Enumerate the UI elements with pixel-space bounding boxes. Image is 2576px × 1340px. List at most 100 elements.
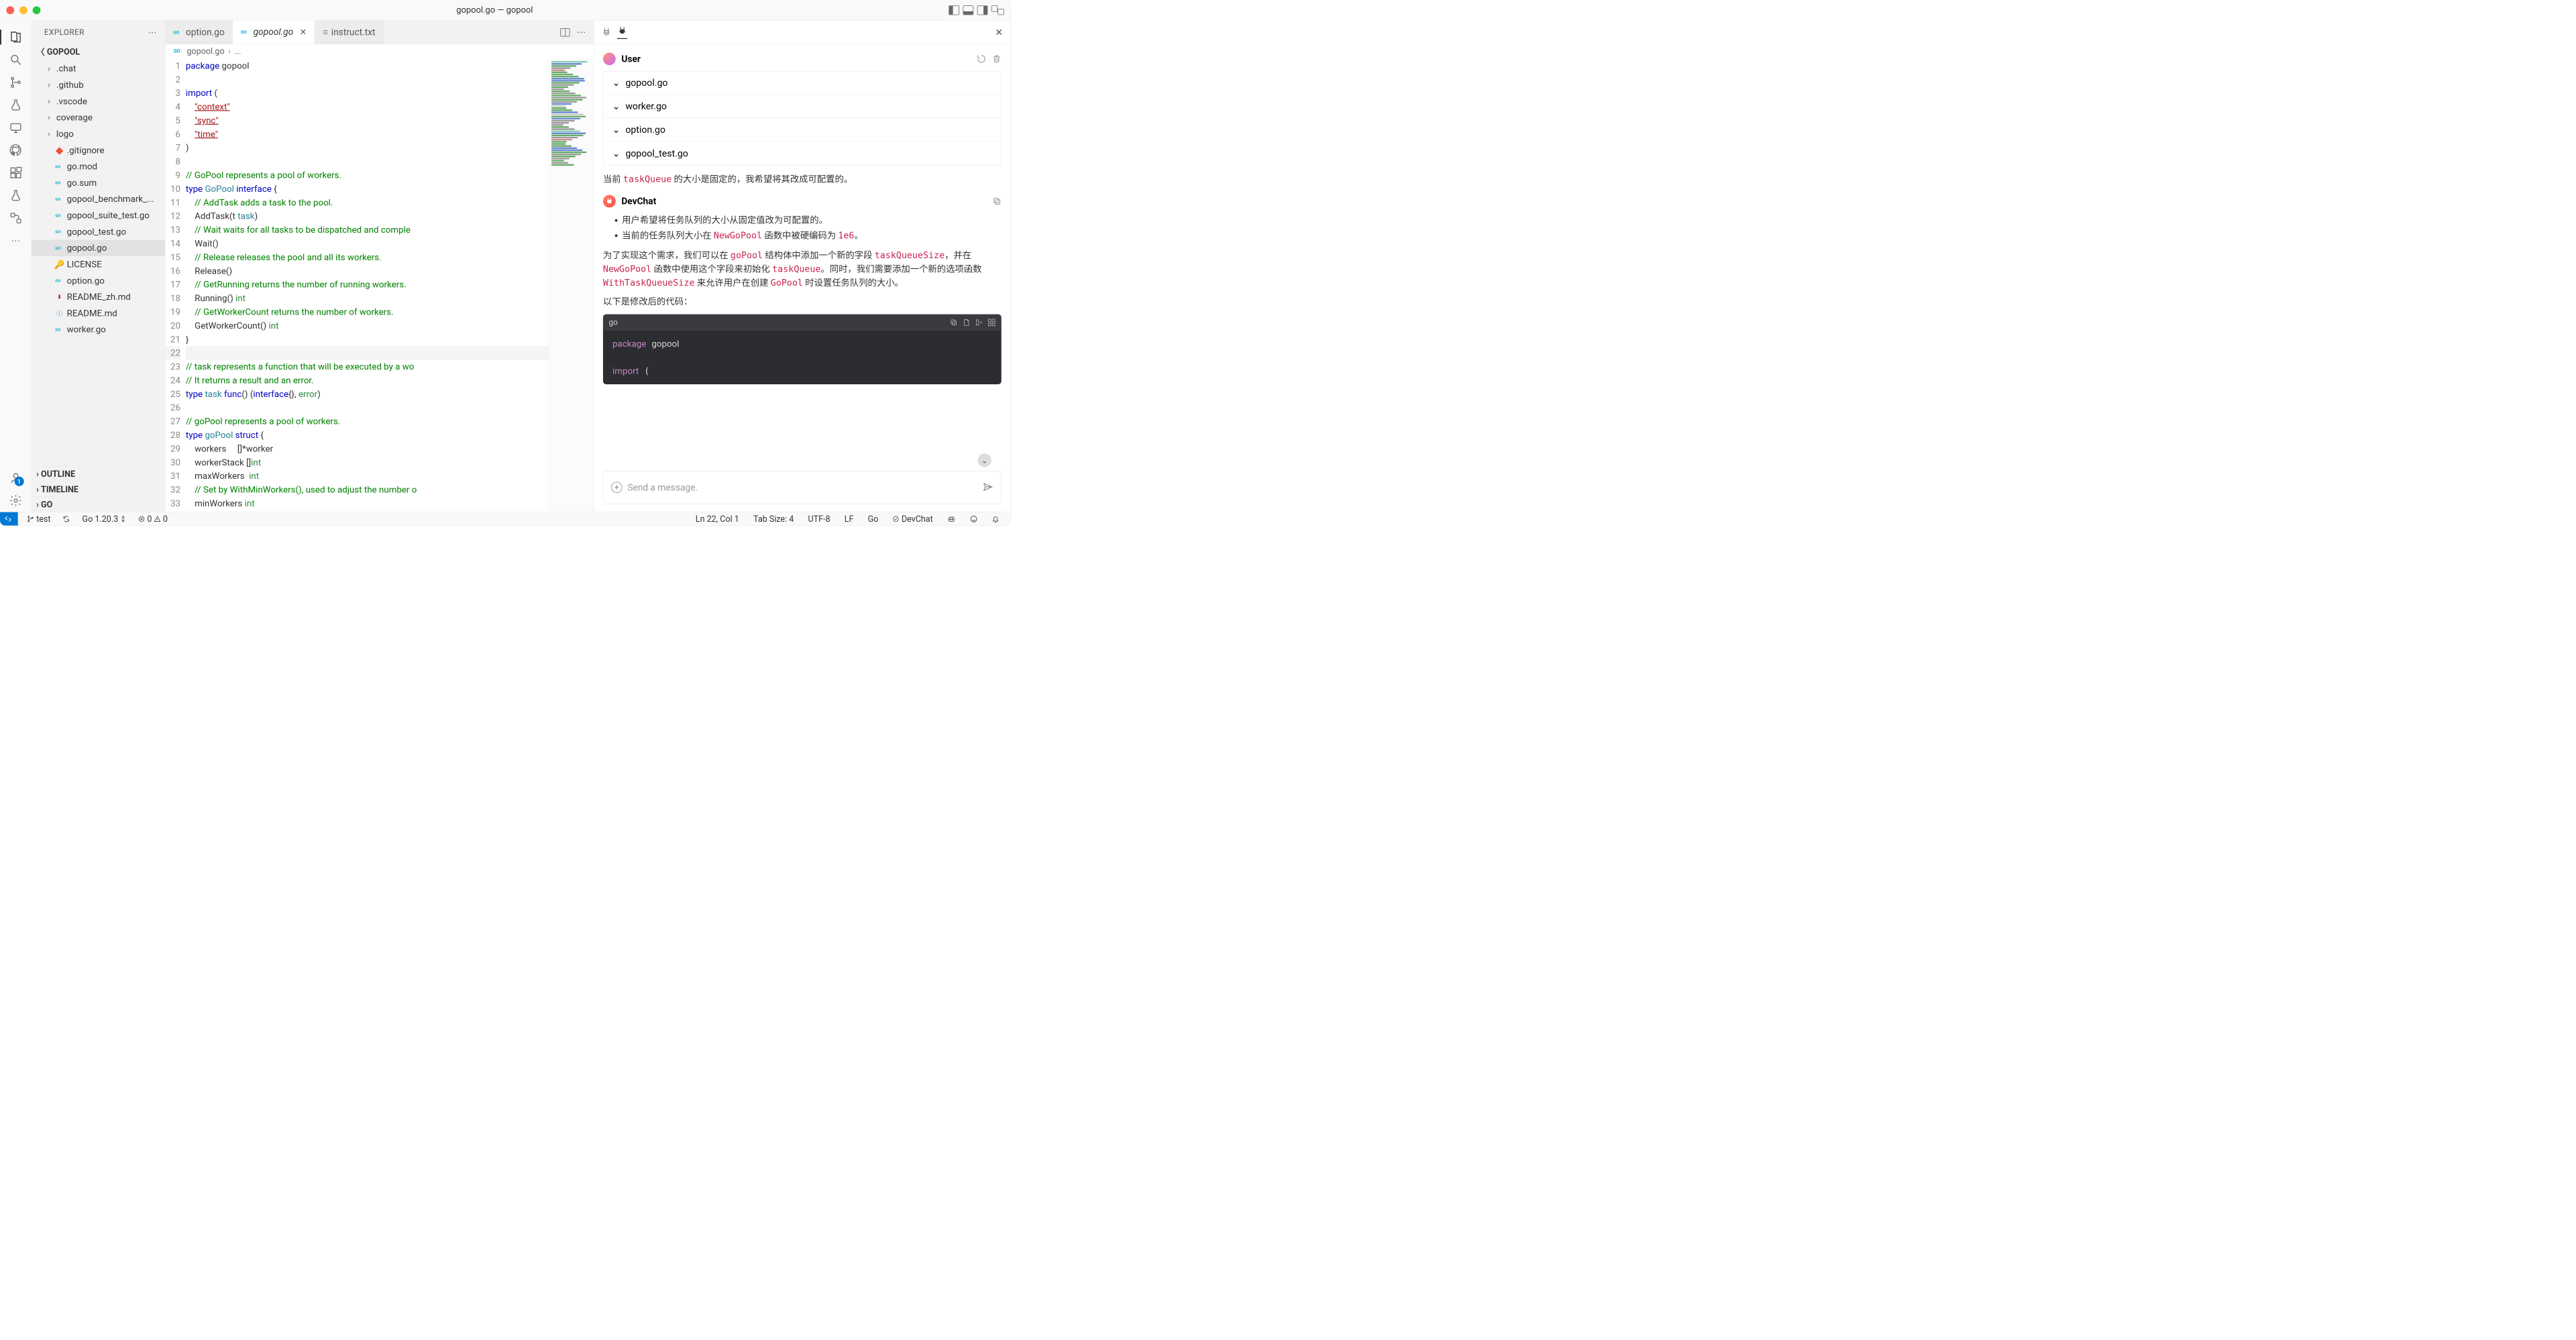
problems-indicator[interactable]: 0 0	[135, 514, 170, 524]
workflow-icon[interactable]	[8, 211, 23, 226]
branch-indicator[interactable]: test	[23, 514, 54, 524]
file-gopool.go[interactable]: GOgopool.go	[32, 240, 165, 256]
context-file-option.go[interactable]: ⌄option.go	[603, 118, 1001, 142]
flask-icon[interactable]	[8, 188, 23, 203]
context-file-worker.go[interactable]: ⌄worker.go	[603, 95, 1001, 118]
remote-indicator[interactable]	[0, 512, 18, 525]
close-window[interactable]	[6, 6, 14, 14]
file-option.go[interactable]: GOoption.go	[32, 272, 165, 288]
search-icon[interactable]	[8, 52, 23, 68]
testing-icon[interactable]	[8, 97, 23, 113]
close-panel-icon[interactable]: ✕	[995, 27, 1003, 38]
maximize-window[interactable]	[33, 6, 41, 14]
devchat-body: User ⌄gopool.go⌄worker.go⌄option.go⌄gopo…	[594, 44, 1010, 466]
file-README.md[interactable]: ⓘREADME.md	[32, 305, 165, 321]
svg-text:GO: GO	[174, 48, 180, 54]
go-file-icon: GO	[174, 46, 183, 56]
cursor-position[interactable]: Ln 22, Col 1	[692, 514, 742, 524]
context-file-gopool_test.go[interactable]: ⌄gopool_test.go	[603, 142, 1001, 165]
context-file-gopool.go[interactable]: ⌄gopool.go	[603, 71, 1001, 95]
file-README_zh.md[interactable]: ⬇README_zh.md	[32, 289, 165, 305]
folder-logo[interactable]: ›logo	[32, 125, 165, 142]
bot-avatar	[603, 195, 616, 208]
devchat-tab-dark[interactable]	[617, 25, 627, 39]
timeline-section[interactable]: ›TIMELINE	[32, 482, 165, 497]
file-gopool_suite_test.go[interactable]: GOgopool_suite_test.go	[32, 207, 165, 223]
source-control-icon[interactable]	[8, 74, 23, 90]
file-gopool_test.go[interactable]: GOgopool_test.go	[32, 223, 165, 239]
minimize-window[interactable]	[19, 6, 28, 14]
attach-icon[interactable]: +	[611, 482, 622, 493]
copy-code-icon[interactable]	[950, 319, 958, 327]
toggle-left-panel-icon[interactable]	[949, 5, 959, 15]
devchat-tab-light[interactable]	[602, 27, 612, 38]
send-icon[interactable]	[983, 482, 994, 493]
editor-more-icon[interactable]: ⋯	[577, 27, 587, 38]
tab-size[interactable]: Tab Size: 4	[750, 514, 797, 524]
explorer-icon[interactable]	[8, 30, 23, 45]
retry-icon[interactable]	[977, 54, 986, 64]
ellipsis-icon[interactable]: ⋯	[8, 233, 23, 248]
split-editor-icon[interactable]	[560, 28, 570, 37]
code-text[interactable]: package gopool import ( "context" "sync"…	[186, 58, 549, 512]
file-.gitignore[interactable]: ◆.gitignore	[32, 142, 165, 158]
extensions-icon[interactable]	[8, 165, 23, 180]
devchat-panel: ✕ User ⌄gopool.go⌄worker.go⌄option.go⌄go…	[594, 21, 1010, 512]
breadcrumb[interactable]: GO gopool.go › ...	[165, 44, 594, 58]
file-LICENSE[interactable]: 🔑LICENSE	[32, 256, 165, 272]
svg-text:GO: GO	[55, 329, 60, 333]
feedback-icon[interactable]	[967, 515, 981, 523]
settings-icon[interactable]	[8, 493, 23, 508]
file-gopool_benchmark_...[interactable]: GOgopool_benchmark_...	[32, 191, 165, 207]
toggle-bottom-panel-icon[interactable]	[963, 5, 973, 15]
sidebar-project-name: GOPOOL	[47, 47, 80, 57]
customize-layout-icon[interactable]	[991, 5, 1004, 15]
language-mode[interactable]: Go	[865, 514, 881, 524]
user-message: User ⌄gopool.go⌄worker.go⌄option.go⌄gopo…	[603, 52, 1002, 186]
devchat-tabs: ✕	[594, 21, 1010, 44]
eol[interactable]: LF	[841, 514, 857, 524]
tab-option.go[interactable]: GOoption.go	[165, 21, 233, 44]
encoding[interactable]: UTF-8	[805, 514, 833, 524]
file-icon[interactable]	[963, 319, 971, 327]
outline-section[interactable]: ›OUTLINE	[32, 466, 165, 482]
line-gutter: 1234567891011121314151617181920212223242…	[165, 58, 186, 512]
code-content[interactable]: package gopool import (	[603, 331, 1002, 384]
file-go.sum[interactable]: GOgo.sum	[32, 174, 165, 190]
sidebar-project-header[interactable]: ﹀ GOPOOL	[32, 43, 165, 60]
user-avatar	[603, 52, 616, 65]
tab-instruct.txt[interactable]: ≡instruct.txt	[315, 21, 383, 44]
remote-explorer-icon[interactable]	[8, 120, 23, 135]
sync-indicator[interactable]	[60, 515, 73, 522]
github-icon[interactable]	[8, 143, 23, 158]
scroll-down-button[interactable]: ⌄	[977, 453, 991, 467]
copy-icon[interactable]	[992, 197, 1001, 205]
go-version[interactable]: Go 1.20.3	[79, 514, 129, 524]
folder-.chat[interactable]: ›.chat	[32, 60, 165, 76]
close-tab-icon[interactable]: ✕	[300, 27, 307, 37]
devchat-status[interactable]: DevChat	[890, 514, 936, 524]
user-file-list: ⌄gopool.go⌄worker.go⌄option.go⌄gopool_te…	[603, 71, 1002, 165]
folder-.github[interactable]: ›.github	[32, 77, 165, 93]
account-icon[interactable]: 1	[8, 470, 23, 486]
file-go.mod[interactable]: GOgo.mod	[32, 158, 165, 174]
diff-icon[interactable]	[987, 319, 996, 327]
breadcrumb-file: gopool.go	[186, 46, 224, 56]
delete-icon[interactable]	[992, 54, 1002, 64]
sidebar-more-icon[interactable]: ⋯	[148, 27, 158, 38]
sidebar-title: EXPLORER	[44, 27, 85, 37]
minimap[interactable]	[549, 58, 594, 512]
go-section[interactable]: ›GO	[32, 496, 165, 512]
chat-input-box: +	[603, 471, 1002, 504]
notifications-icon[interactable]	[989, 515, 1002, 523]
toggle-right-panel-icon[interactable]	[977, 5, 988, 15]
tab-gopool.go[interactable]: GOgopool.go✕	[233, 21, 315, 44]
file-worker.go[interactable]: GOworker.go	[32, 321, 165, 337]
copilot-icon[interactable]	[944, 515, 959, 523]
bot-paragraph: 为了实现这个需求，我们可以在 goPool 结构体中添加一个新的字段 taskQ…	[603, 249, 1002, 290]
breadcrumb-dots: ...	[234, 46, 241, 56]
chat-input[interactable]	[627, 482, 977, 493]
folder-coverage[interactable]: ›coverage	[32, 109, 165, 125]
folder-.vscode[interactable]: ›.vscode	[32, 93, 165, 109]
insert-icon[interactable]	[975, 319, 983, 327]
